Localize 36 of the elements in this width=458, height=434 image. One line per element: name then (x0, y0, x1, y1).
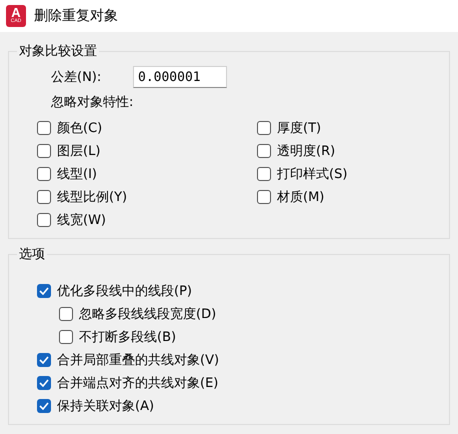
checkbox[interactable] (59, 307, 73, 321)
group-title: 选项 (18, 246, 46, 263)
checkbox[interactable] (257, 144, 271, 158)
checkbox[interactable] (257, 167, 271, 181)
checkbox-label[interactable]: 合并局部重叠的共线对象(V) (57, 351, 220, 369)
window-title: 删除重复对象 (34, 7, 118, 25)
checkbox-label[interactable]: 打印样式(S) (277, 165, 348, 183)
checkbox[interactable] (37, 213, 51, 227)
checkbox[interactable] (37, 121, 51, 135)
checkbox-label[interactable]: 颜色(C) (57, 119, 102, 137)
tolerance-field[interactable]: 0.000001 (133, 66, 227, 88)
checkbox-label[interactable]: 材质(M) (277, 188, 324, 206)
checkbox[interactable] (257, 121, 271, 135)
checkbox[interactable] (37, 376, 51, 390)
checkbox-label[interactable]: 忽略多段线线段宽度(D) (79, 305, 216, 323)
checkbox-label[interactable]: 不打断多段线(B) (79, 328, 176, 346)
checkbox[interactable] (59, 330, 73, 344)
checkbox-label[interactable]: 保持关联对象(A) (57, 397, 154, 415)
group-title: 对象比较设置 (18, 43, 98, 60)
checkbox-label[interactable]: 优化多段线中的线段(P) (57, 282, 192, 300)
checkbox[interactable] (37, 167, 51, 181)
checkbox[interactable] (37, 353, 51, 367)
checkbox[interactable] (37, 190, 51, 204)
checkbox-label[interactable]: 厚度(T) (277, 119, 322, 137)
checkbox[interactable] (37, 144, 51, 158)
section-label: 忽略对象特性: (51, 94, 134, 112)
checkbox-label[interactable]: 线宽(W) (57, 211, 106, 229)
checkbox-label[interactable]: 透明度(R) (277, 142, 336, 160)
checkbox-label[interactable]: 线型(I) (57, 165, 97, 183)
checkbox-label[interactable]: 线型比例(Y) (57, 188, 128, 206)
checkbox-label[interactable]: 图层(L) (57, 142, 100, 160)
checkbox-label[interactable]: 合并端点对齐的共线对象(E) (57, 374, 218, 392)
checkbox[interactable] (37, 399, 51, 413)
checkbox[interactable] (37, 284, 51, 298)
field-label: 公差(N): (51, 69, 102, 86)
checkbox[interactable] (257, 190, 271, 204)
